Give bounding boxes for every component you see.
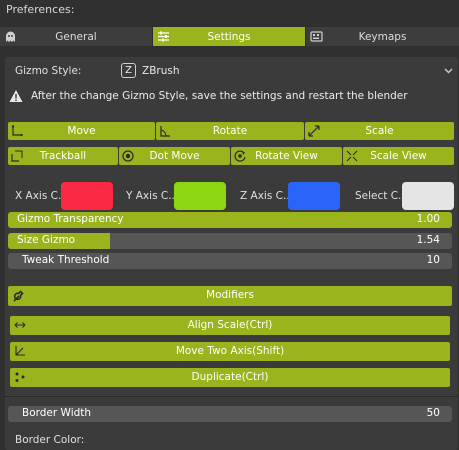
scale-view-icon: [346, 150, 358, 162]
trackball-button[interactable]: Trackball: [8, 147, 118, 165]
border-color-label: Border Color:: [15, 434, 85, 446]
border-width-value: 50: [426, 407, 440, 419]
scale-view-button-label: Scale View: [370, 150, 427, 162]
warning-text: After the change Gizmo Style, save the s…: [31, 90, 408, 102]
scale-view-button[interactable]: Scale View: [343, 147, 454, 165]
align-scale-label: Align Scale(Ctrl): [187, 319, 273, 331]
sliders-icon: [158, 31, 169, 42]
border-width-field[interactable]: Border Width 50: [8, 406, 452, 422]
duplicate-label: Duplicate(Ctrl): [191, 371, 269, 383]
rotate-view-button-label: Rotate View: [255, 150, 318, 162]
z-axis-color-label: Z Axis C..: [240, 190, 290, 202]
z-axis-color-swatch[interactable]: [288, 182, 340, 210]
move-icon: [11, 125, 23, 137]
trackball-icon: [11, 150, 23, 162]
dot-move-button[interactable]: Dot Move: [119, 147, 230, 165]
section-divider: [5, 396, 458, 397]
tab-settings-label: Settings: [207, 30, 251, 43]
zbrush-icon: Z: [121, 63, 136, 78]
gizmo-style-value: ZBrush: [142, 65, 180, 77]
tab-keymaps[interactable]: Keymaps: [306, 27, 459, 46]
warning-icon: [9, 90, 23, 102]
duplicate-button[interactable]: Duplicate(Ctrl): [10, 368, 450, 387]
gizmo-transparency-slider[interactable]: Gizmo Transparency 1.00: [8, 212, 452, 228]
ghost-icon: [6, 31, 15, 42]
border-width-label: Border Width: [22, 407, 92, 419]
y-axis-color-label: Y Axis C..: [126, 190, 175, 202]
view-buttons-row: Trackball Dot Move Rotate View Scale Vie…: [8, 147, 454, 165]
x-axis-color-label: X Axis C..: [15, 190, 65, 202]
trackball-button-label: Trackball: [39, 150, 87, 162]
keyboard-icon: [310, 31, 323, 42]
gizmo-transparency-value: 1.00: [416, 213, 440, 225]
rotate-view-icon: [234, 150, 246, 162]
move-two-axis-label: Move Two Axis(Shift): [175, 345, 285, 357]
tab-general-label: General: [55, 30, 97, 43]
scale-button-label: Scale: [365, 125, 394, 137]
rotate-button[interactable]: Rotate: [156, 122, 304, 140]
modifiers-button[interactable]: Modifiers: [8, 286, 452, 306]
size-gizmo-label: Size Gizmo: [17, 234, 76, 246]
move-button[interactable]: Move: [8, 122, 155, 140]
window-title: Preferences:: [6, 3, 75, 16]
align-scale-button[interactable]: Align Scale(Ctrl): [10, 316, 450, 335]
scale-icon: [308, 125, 320, 137]
move-two-axis-button[interactable]: Move Two Axis(Shift): [10, 342, 450, 361]
rotate-button-label: Rotate: [212, 125, 248, 137]
y-axis-color-swatch[interactable]: [174, 182, 226, 210]
size-gizmo-slider[interactable]: Size Gizmo 1.54: [8, 233, 452, 249]
dot-move-button-label: Dot Move: [149, 150, 200, 162]
select-color-label: Select C..: [355, 190, 405, 202]
tab-settings[interactable]: Settings: [153, 27, 306, 46]
tweak-threshold-label: Tweak Threshold: [22, 254, 110, 266]
x-axis-color-swatch[interactable]: [61, 182, 113, 210]
scale-button[interactable]: Scale: [305, 122, 454, 140]
tweak-threshold-value: 10: [426, 254, 440, 266]
chevron-down-icon: [444, 68, 453, 74]
rotate-view-button[interactable]: Rotate View: [231, 147, 342, 165]
gizmo-transparency-label: Gizmo Transparency: [17, 213, 124, 225]
modifiers-label: Modifiers: [206, 289, 254, 301]
dot-move-icon: [122, 150, 134, 162]
select-color-swatch[interactable]: [402, 182, 454, 210]
tweak-threshold-slider[interactable]: Tweak Threshold 10: [8, 253, 452, 269]
tab-keymaps-label: Keymaps: [358, 30, 407, 43]
tab-general[interactable]: General: [0, 27, 153, 46]
rotate-icon: [160, 126, 170, 137]
move-button-label: Move: [67, 125, 96, 137]
preferences-tabs: General Settings Keymaps: [0, 27, 459, 46]
transform-buttons-row: Move Rotate Scale: [8, 122, 454, 140]
gizmo-style-label: Gizmo Style:: [15, 65, 82, 77]
size-gizmo-value: 1.54: [416, 234, 440, 246]
